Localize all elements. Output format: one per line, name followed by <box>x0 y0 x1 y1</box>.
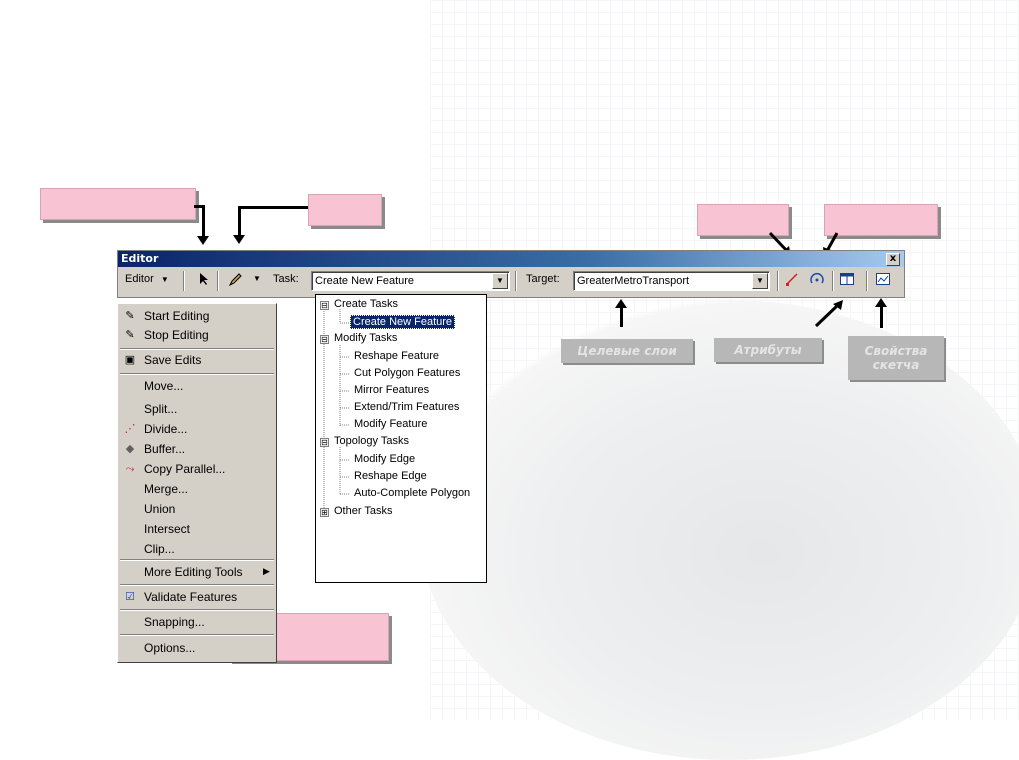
sketch-tool-icon[interactable] <box>783 272 801 290</box>
arrow-segment <box>202 205 205 237</box>
tree-item-mirror-features[interactable]: Mirror Features <box>354 383 429 398</box>
close-button[interactable]: x <box>886 253 900 266</box>
tree-item-extend-trim-features[interactable]: Extend/Trim Features <box>354 400 459 415</box>
tree-group-other-tasks[interactable]: Other Tasks <box>334 504 393 519</box>
task-select-value: Create New Feature <box>315 275 415 287</box>
toolbar-separator <box>183 271 185 291</box>
label-sketch-properties: Свойства скетча <box>848 336 944 380</box>
editor-toolbar-window: Editor x Editor ▼ ▼ Task: Create New Fea… <box>117 250 905 298</box>
arrow-head <box>197 236 209 245</box>
attributes-icon[interactable] <box>838 272 856 290</box>
arrow-segment <box>880 306 883 328</box>
buffer-icon: ◆ <box>125 443 135 455</box>
pointer-arrow-icon[interactable] <box>195 272 213 290</box>
menu-item-union[interactable]: Union <box>144 500 175 518</box>
arrow-attributes <box>814 300 843 328</box>
menu-separator <box>120 559 274 561</box>
menu-item-more-editing-tools[interactable]: More Editing Tools <box>144 563 243 581</box>
menu-separator <box>120 584 274 586</box>
tree-group-modify-tasks[interactable]: Modify Tasks <box>334 331 397 346</box>
callout-box-editor-menu <box>40 188 196 220</box>
menu-separator <box>120 348 274 350</box>
tree-item-label: Create New Feature <box>350 315 456 329</box>
tree-group-topology-tasks[interactable]: Topology Tasks <box>334 434 409 449</box>
chevron-down-icon: ▼ <box>160 275 169 284</box>
divide-icon: ⋰ <box>124 423 136 435</box>
menu-separator <box>120 609 274 611</box>
sketch-pencil-icon[interactable] <box>226 272 244 290</box>
editor-menu-label: Editor <box>125 273 154 285</box>
menu-item-validate-features[interactable]: Validate Features <box>144 588 237 606</box>
rotate-tool-icon[interactable] <box>808 272 826 290</box>
tree-item-create-new-feature[interactable]: Create New Feature <box>350 315 456 330</box>
collapse-icon[interactable]: ⊟ <box>320 301 329 310</box>
task-label: Task: <box>273 273 299 285</box>
arrow-segment <box>620 307 623 327</box>
tree-item-modify-feature[interactable]: Modify Feature <box>354 417 427 432</box>
label-target-layers: Целевые слои <box>561 339 693 363</box>
window-titlebar[interactable]: Editor x <box>118 251 904 267</box>
task-tree-list: ⊟ Create Tasks Create New Feature ⊟ Modi… <box>315 294 487 583</box>
target-select-value: GreaterMetroTransport <box>577 275 690 287</box>
arrow-head <box>233 235 245 244</box>
tree-item-reshape-edge[interactable]: Reshape Edge <box>354 469 427 484</box>
start-editing-icon: ✎ <box>125 310 135 322</box>
chevron-down-icon[interactable]: ▼ <box>752 273 768 289</box>
validate-icon: ☑ <box>125 591 135 603</box>
sketch-properties-icon[interactable] <box>874 272 892 290</box>
arrow-head <box>875 298 887 307</box>
editor-dropdown-menu: ✎ Start Editing ✎ Stop Editing ▣ Save Ed… <box>117 303 277 663</box>
toolbar-separator <box>866 271 868 291</box>
window-title: Editor <box>121 252 159 265</box>
chevron-down-icon[interactable]: ▼ <box>492 273 508 289</box>
toolbar-separator <box>777 271 779 291</box>
toolbar-separator <box>217 271 219 291</box>
stop-editing-icon: ✎ <box>125 329 135 341</box>
menu-item-stop-editing[interactable]: Stop Editing <box>144 326 209 344</box>
collapse-icon[interactable]: ⊟ <box>320 335 329 344</box>
copy-parallel-icon: ⤳ <box>125 463 135 475</box>
menu-separator <box>120 634 274 636</box>
tree-item-auto-complete-polygon[interactable]: Auto-Complete Polygon <box>354 486 470 501</box>
target-label: Target: <box>526 273 560 285</box>
menu-separator <box>120 373 274 375</box>
menu-item-snapping[interactable]: Snapping... <box>144 613 205 631</box>
tree-item-modify-edge[interactable]: Modify Edge <box>354 452 415 467</box>
arrow-segment <box>238 206 308 209</box>
menu-item-start-editing[interactable]: Start Editing <box>144 307 209 325</box>
menu-item-move[interactable]: Move... <box>144 377 183 395</box>
toolbar-separator <box>832 271 834 291</box>
label-attributes: Атрибуты <box>714 338 822 362</box>
tree-group-create-tasks[interactable]: Create Tasks <box>334 297 398 312</box>
arrow-segment <box>238 206 241 236</box>
menu-item-clip[interactable]: Clip... <box>144 540 175 558</box>
target-select[interactable]: GreaterMetroTransport ▼ <box>573 271 770 291</box>
menu-item-split[interactable]: Split... <box>144 400 177 418</box>
tree-item-reshape-feature[interactable]: Reshape Feature <box>354 349 439 364</box>
menu-item-save-edits[interactable]: Save Edits <box>144 351 201 369</box>
editor-menu-button[interactable]: Editor ▼ <box>125 273 169 285</box>
toolbar-separator <box>515 271 517 291</box>
menu-item-divide[interactable]: Divide... <box>144 420 187 438</box>
menu-item-options[interactable]: Options... <box>144 639 195 657</box>
callout-box-sketch-tool <box>308 194 382 226</box>
menu-item-intersect[interactable]: Intersect <box>144 520 190 538</box>
toolbar: Editor ▼ ▼ Task: Create New Feature ▼ Ta… <box>118 267 904 296</box>
save-edits-icon: ▣ <box>124 354 136 366</box>
menu-item-buffer[interactable]: Buffer... <box>144 440 185 458</box>
tree-item-cut-polygon-features[interactable]: Cut Polygon Features <box>354 366 460 381</box>
menu-item-copy-parallel[interactable]: Copy Parallel... <box>144 460 225 478</box>
expand-icon[interactable]: ⊞ <box>320 508 329 517</box>
collapse-icon[interactable]: ⊟ <box>320 438 329 447</box>
chevron-down-icon[interactable]: ▼ <box>253 274 261 283</box>
menu-item-merge[interactable]: Merge... <box>144 480 188 498</box>
arrow-head <box>615 299 627 308</box>
submenu-arrow-icon: ▶ <box>263 566 270 576</box>
task-select[interactable]: Create New Feature ▼ <box>311 271 510 291</box>
